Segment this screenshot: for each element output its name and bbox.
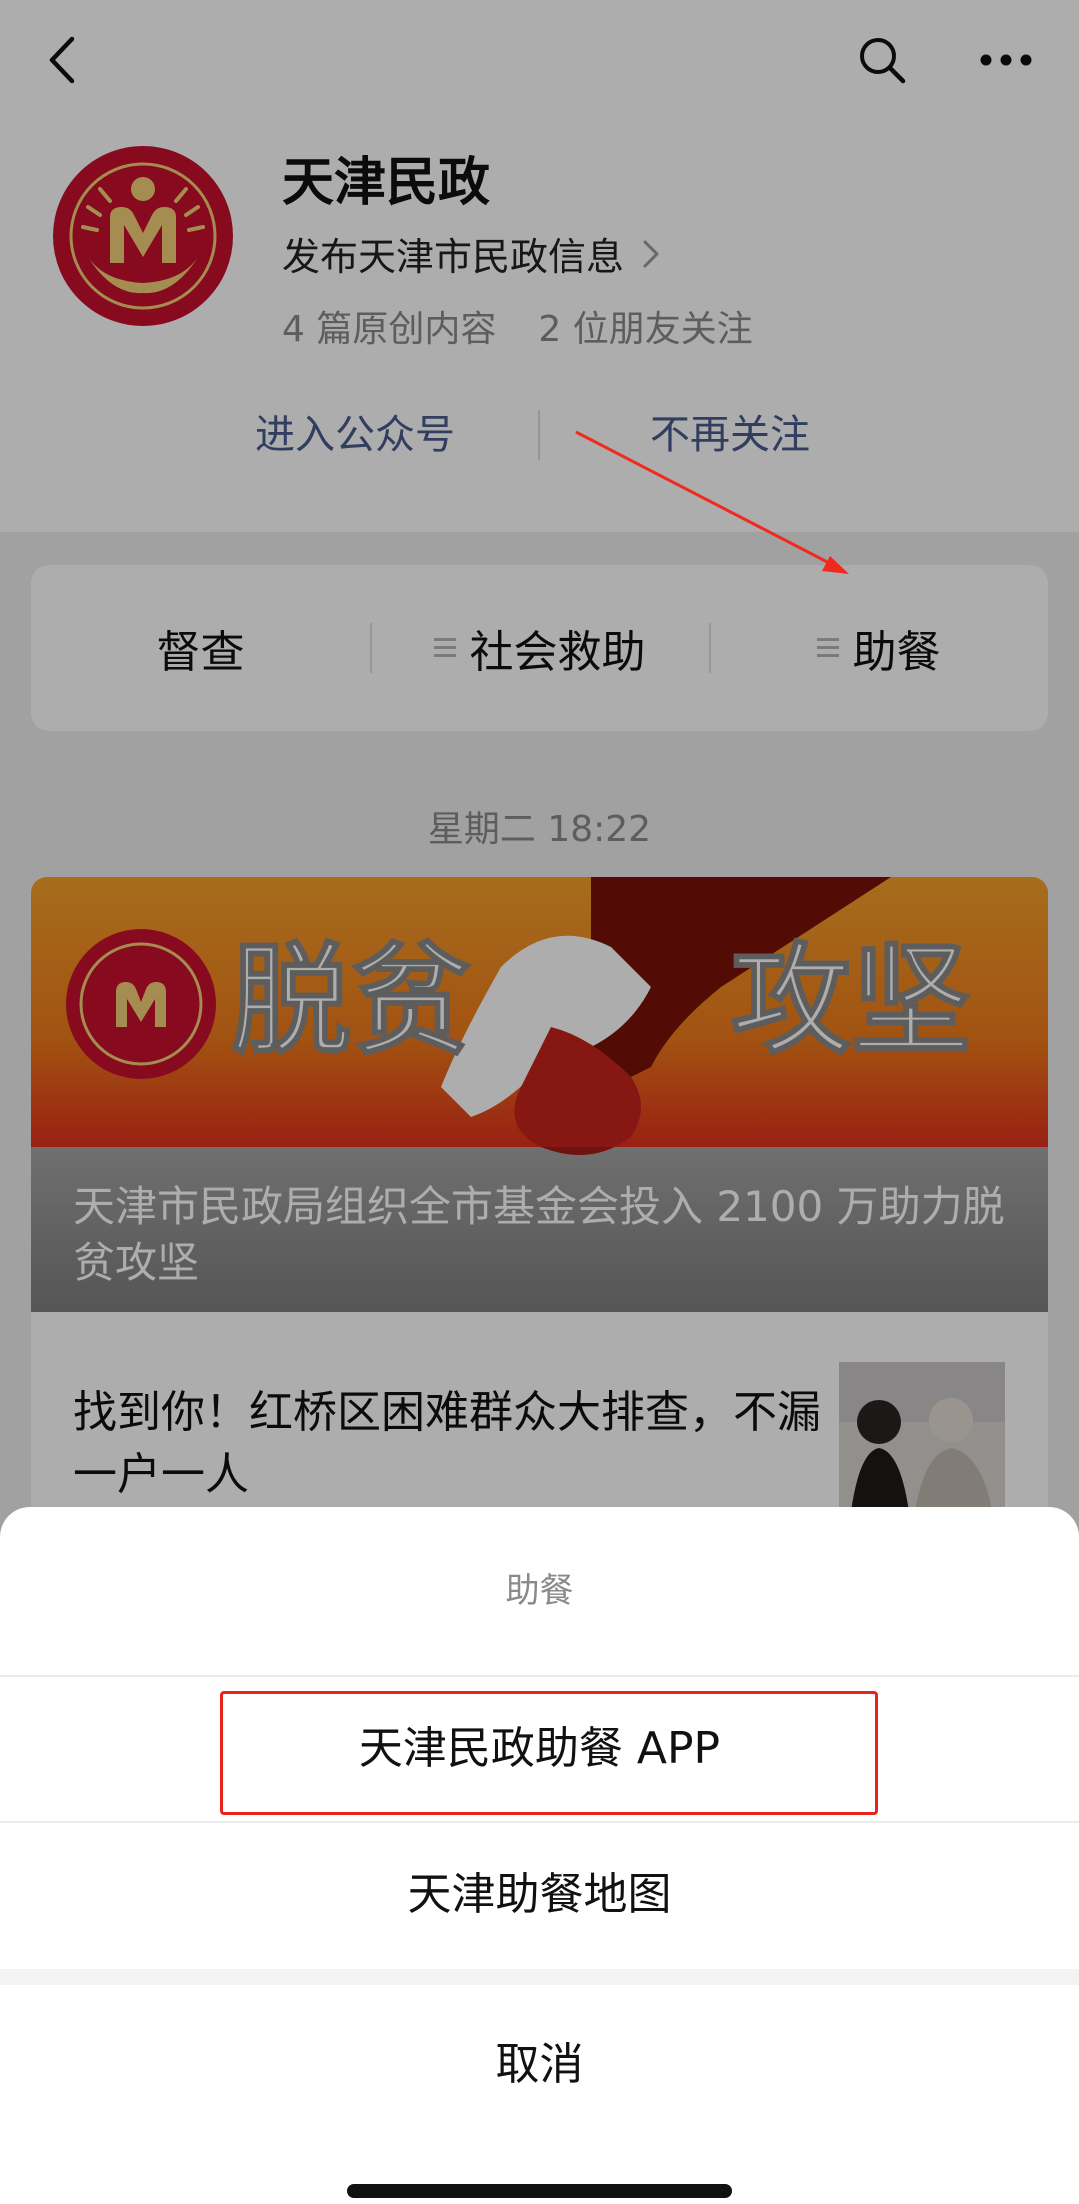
highlight-box [220, 1691, 878, 1815]
action-sheet-title: 助餐 [505, 1571, 574, 1611]
action-sheet: 助餐 天津民政助餐 APP 天津助餐地图 取消 [0, 1507, 1079, 2204]
cancel-button[interactable]: 取消 [0, 1985, 1079, 2145]
option-meal-assist-map[interactable]: 天津助餐地图 [0, 1823, 1079, 1967]
screen: 天津民政 发布天津市民政信息 4 篇原创内容 2 位朋友关注 进入公众号 不再关… [0, 0, 1079, 2204]
section-gap [0, 1969, 1079, 1985]
home-indicator[interactable] [347, 2184, 732, 2198]
